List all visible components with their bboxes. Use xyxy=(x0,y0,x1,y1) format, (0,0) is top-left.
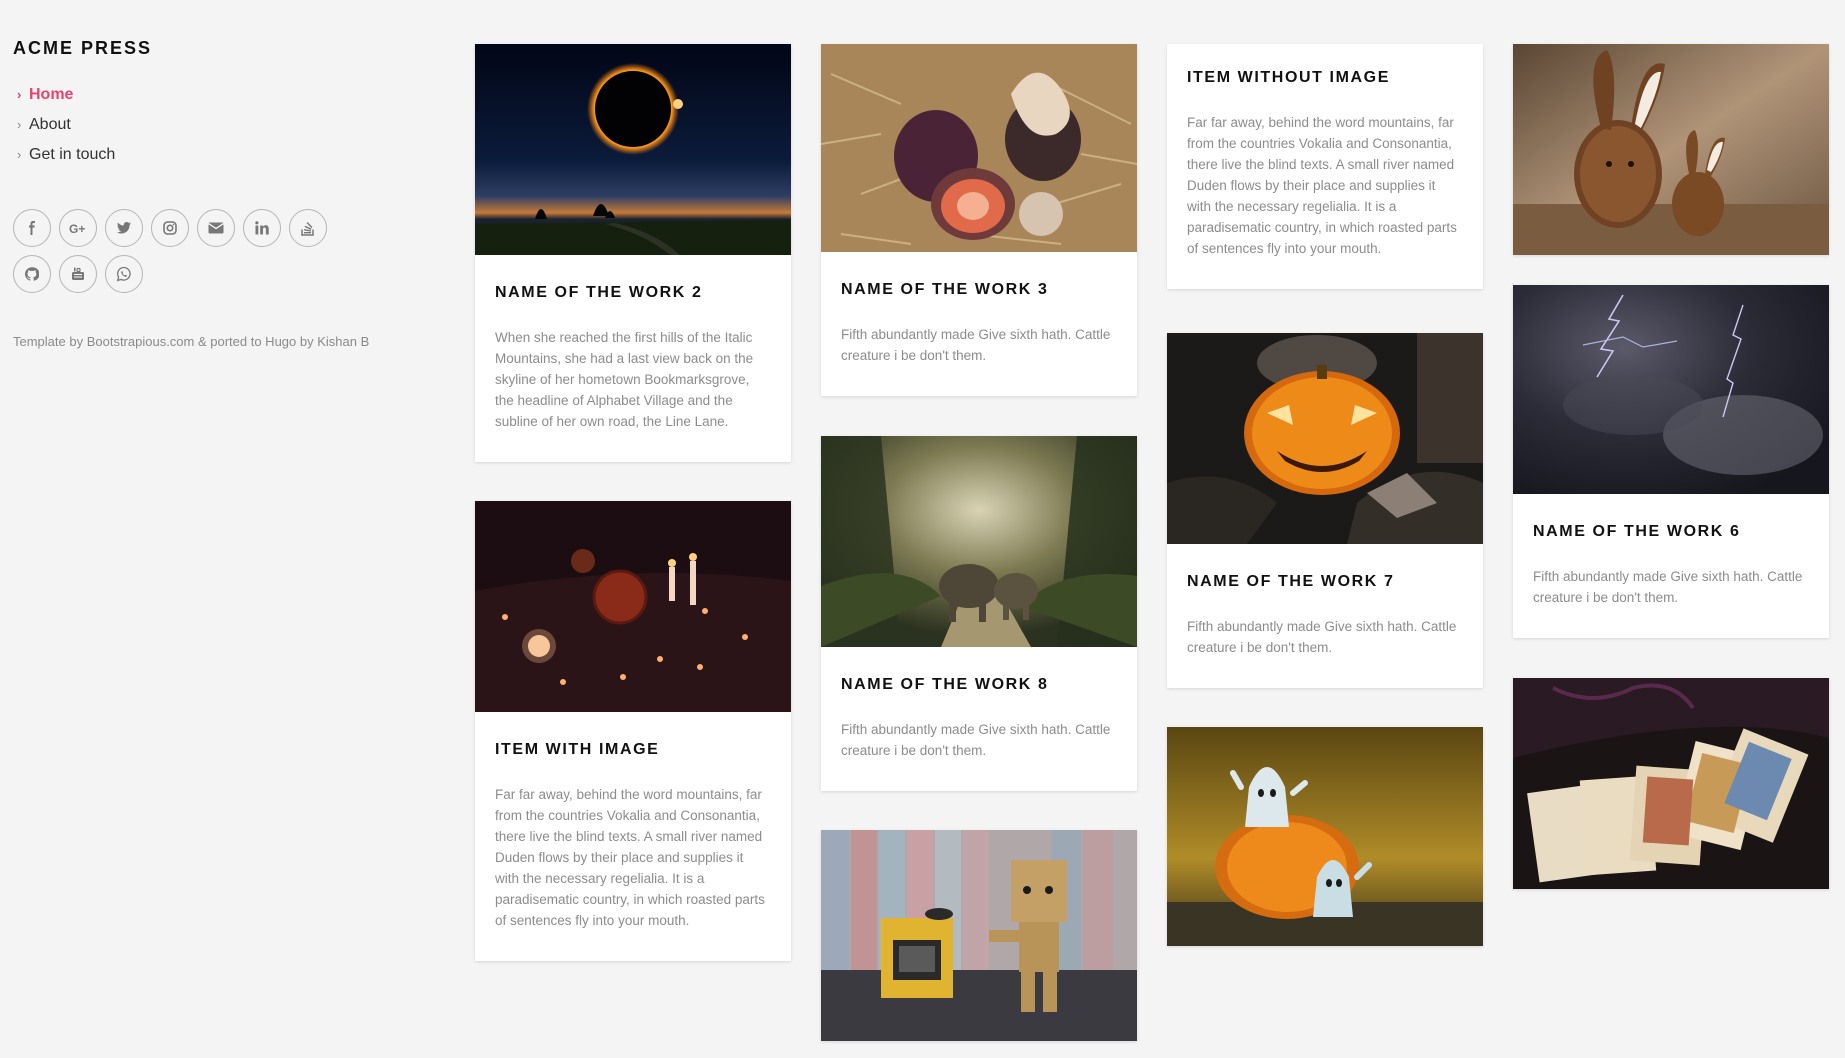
google-plus-button[interactable]: G+ xyxy=(59,209,97,247)
google-plus-icon: G+ xyxy=(69,222,85,235)
nav-item-home[interactable]: › Home xyxy=(17,84,115,114)
card-image-wooden-rabbits xyxy=(1513,44,1829,255)
nav-item-label: Get in touch xyxy=(29,146,116,163)
card-title[interactable]: NAME OF THE WORK 7 xyxy=(1187,572,1463,592)
chevron-right-icon: › xyxy=(17,147,22,162)
work-card-7[interactable]: NAME OF THE WORK 7 Fifth abundantly made… xyxy=(1167,333,1483,688)
whatsapp-icon xyxy=(116,266,131,282)
nav-item-label: Home xyxy=(29,86,74,103)
card-image-danbo xyxy=(821,830,1137,1041)
card-image-ghosts xyxy=(1167,727,1483,946)
card-image-tarot-cards xyxy=(1513,678,1829,889)
work-card-8[interactable]: NAME OF THE WORK 8 Fifth abundantly made… xyxy=(821,436,1137,791)
card-title[interactable]: NAME OF THE WORK 3 xyxy=(841,280,1117,300)
card-image-pumpkin xyxy=(1167,333,1483,544)
nav-item-about[interactable]: › About xyxy=(17,114,115,144)
linkedin-button[interactable] xyxy=(243,209,281,247)
card-image-eclipse xyxy=(475,44,791,255)
work-card-3[interactable]: NAME OF THE WORK 3 Fifth abundantly made… xyxy=(821,44,1137,396)
nav-item-label: About xyxy=(29,116,71,133)
stack-overflow-button[interactable] xyxy=(289,209,327,247)
linkedin-icon xyxy=(255,221,269,235)
card-title[interactable]: ITEM WITHOUT IMAGE xyxy=(1187,68,1463,88)
card-text: Far far away, behind the word mountains,… xyxy=(495,787,765,928)
main-nav: › Home › About › Get in touch xyxy=(17,84,115,174)
whatsapp-button[interactable] xyxy=(105,255,143,293)
instagram-button[interactable] xyxy=(151,209,189,247)
youtube-icon xyxy=(72,267,84,280)
twitter-button[interactable] xyxy=(105,209,143,247)
envelope-icon xyxy=(208,222,224,234)
card-title[interactable]: NAME OF THE WORK 2 xyxy=(495,283,771,303)
card-text: Fifth abundantly made Give sixth hath. C… xyxy=(1533,569,1803,605)
email-button[interactable] xyxy=(197,209,235,247)
card-image-candles xyxy=(475,501,791,712)
instagram-icon xyxy=(163,221,177,235)
card-text: Fifth abundantly made Give sixth hath. C… xyxy=(1187,619,1457,655)
footer-credit: Template by Bootstrapious.com & ported t… xyxy=(13,334,370,349)
card-title[interactable]: ITEM WITH IMAGE xyxy=(495,740,771,760)
twitter-icon xyxy=(117,222,131,234)
card-rabbits[interactable] xyxy=(1513,44,1829,255)
card-text: Fifth abundantly made Give sixth hath. C… xyxy=(841,327,1111,363)
card-image-figs xyxy=(821,44,1137,252)
stack-overflow-icon xyxy=(301,222,314,236)
card-text: Fifth abundantly made Give sixth hath. C… xyxy=(841,722,1111,758)
youtube-button[interactable] xyxy=(59,255,97,293)
card-text: Far far away, behind the word mountains,… xyxy=(1187,115,1457,256)
facebook-icon xyxy=(29,221,35,235)
github-button[interactable] xyxy=(13,255,51,293)
work-card-2[interactable]: NAME OF THE WORK 2 When she reached the … xyxy=(475,44,791,462)
facebook-button[interactable] xyxy=(13,209,51,247)
chevron-right-icon: › xyxy=(17,117,22,132)
site-brand[interactable]: ACME PRESS xyxy=(13,38,152,59)
card-title[interactable]: NAME OF THE WORK 8 xyxy=(841,675,1117,695)
card-ghosts[interactable] xyxy=(1167,727,1483,946)
card-image-lightning-storm xyxy=(1513,285,1829,494)
card-text: When she reached the first hills of the … xyxy=(495,330,754,429)
work-card-6[interactable]: NAME OF THE WORK 6 Fifth abundantly made… xyxy=(1513,285,1829,638)
card-title[interactable]: NAME OF THE WORK 6 xyxy=(1533,522,1809,542)
item-with-image-card[interactable]: ITEM WITH IMAGE Far far away, behind the… xyxy=(475,501,791,961)
nav-item-get-in-touch[interactable]: › Get in touch xyxy=(17,144,115,174)
card-tarot[interactable] xyxy=(1513,678,1829,889)
github-icon xyxy=(25,267,39,281)
card-danbo[interactable] xyxy=(821,830,1137,1041)
chevron-right-icon: › xyxy=(17,87,22,102)
card-image-elephants xyxy=(821,436,1137,647)
item-without-image-card[interactable]: ITEM WITHOUT IMAGE Far far away, behind … xyxy=(1167,44,1483,289)
svg-text:G+: G+ xyxy=(69,222,85,235)
